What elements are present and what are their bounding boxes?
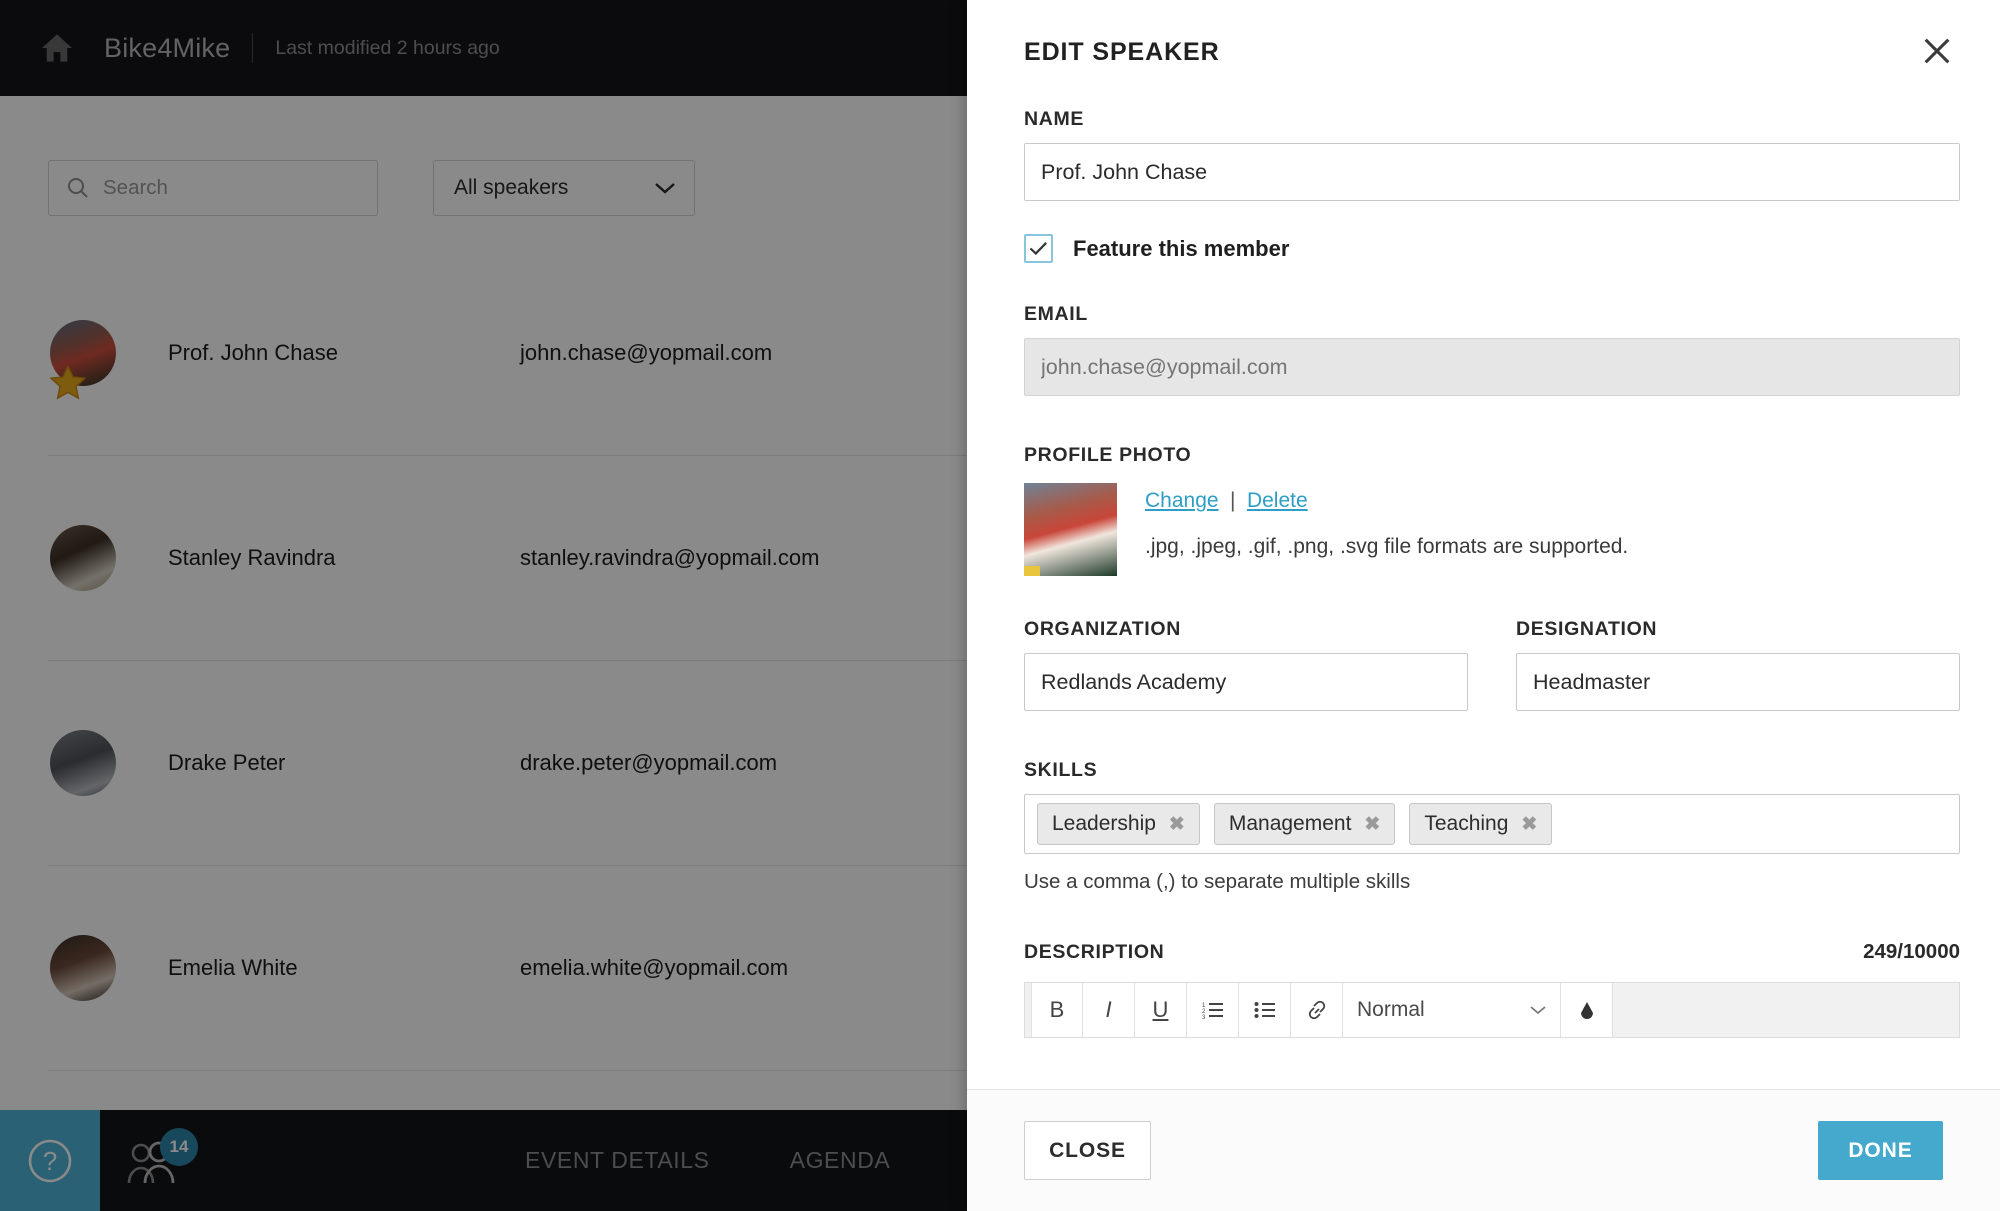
header-divider	[252, 33, 254, 63]
skill-chip[interactable]: Management ✖	[1213, 803, 1396, 845]
organization-field-group: ORGANIZATION	[1024, 618, 1468, 711]
description-label: DESCRIPTION	[1024, 941, 1165, 963]
email-field	[1024, 338, 1960, 396]
skill-chip-label: Management	[1228, 812, 1352, 835]
speaker-email: stanley.ravindra@yopmail.com	[520, 545, 820, 570]
bullet-list-icon[interactable]	[1239, 983, 1291, 1037]
avatar-image	[50, 935, 116, 1001]
svg-text:3: 3	[1202, 1015, 1206, 1019]
link-separator: |	[1230, 489, 1236, 512]
skills-field-group: SKILLS Leadership ✖ Management ✖ Teachin…	[1024, 759, 1960, 894]
speaker-filter-value: All speakers	[454, 176, 569, 199]
skill-chip[interactable]: Teaching ✖	[1409, 803, 1553, 845]
organization-input[interactable]	[1024, 653, 1468, 711]
help-button[interactable]: ?	[0, 1110, 100, 1211]
edit-speaker-form: EDIT SPEAKER NAME Prof. John Chase Featu…	[967, 0, 2000, 1089]
email-label: EMAIL	[1024, 303, 1088, 325]
feature-member-label: Feature this member	[1073, 235, 1290, 261]
profile-photo-group: PROFILE PHOTO Change | Delete .jpg, .jpe…	[1024, 444, 1960, 576]
search-icon	[68, 178, 88, 198]
app-root: Bike4Mike Last modified 2 hours ago Sear…	[0, 0, 2000, 1211]
speaker-name: Emelia White	[168, 955, 298, 980]
description-character-counter: 249/10000	[1863, 940, 1960, 963]
org-designation-row: ORGANIZATION DESIGNATION	[1024, 618, 1960, 711]
delete-photo-link[interactable]: Delete	[1247, 489, 1308, 512]
italic-button[interactable]: I	[1083, 983, 1135, 1037]
text-color-icon[interactable]	[1561, 983, 1613, 1037]
feature-member-checkbox[interactable]: Feature this member	[1024, 234, 1960, 263]
avatar	[50, 320, 116, 400]
home-icon[interactable]	[40, 33, 74, 63]
chevron-down-icon	[655, 183, 675, 194]
close-small-icon[interactable]: ✖	[1169, 813, 1185, 836]
speaker-name: Drake Peter	[168, 750, 286, 775]
rich-text-toolbar: B I U 123 Normal	[1024, 982, 1960, 1038]
people-count-button[interactable]: 14	[100, 1110, 210, 1211]
speaker-name: Prof. John Chase	[168, 340, 338, 365]
bold-button[interactable]: B	[1031, 983, 1083, 1037]
profile-photo-actions: Change | Delete .jpg, .jpeg, .gif, .png,…	[1145, 483, 1628, 576]
svg-text:?: ?	[43, 1146, 57, 1176]
edit-speaker-panel: EDIT SPEAKER NAME Prof. John Chase Featu…	[967, 0, 2000, 1211]
profile-photo-thumbnail	[1024, 483, 1117, 576]
check-icon	[1029, 242, 1047, 256]
name-label: NAME	[1024, 108, 1085, 130]
speaker-email: drake.peter@yopmail.com	[520, 750, 778, 775]
panel-header: EDIT SPEAKER	[1024, 0, 1960, 68]
close-icon[interactable]	[1920, 34, 1954, 68]
designation-field-group: DESIGNATION	[1516, 618, 1960, 711]
skill-chip-label: Teaching	[1424, 812, 1509, 835]
avatar	[50, 730, 116, 796]
avatar	[50, 525, 116, 591]
email-field-group: EMAIL	[1024, 303, 1960, 396]
avatar	[50, 935, 116, 1001]
question-mark-icon: ?	[28, 1139, 72, 1182]
tab-event-details[interactable]: EVENT DETAILS	[485, 1110, 750, 1211]
page-title: EDIT SPEAKER	[1024, 38, 1220, 66]
ordered-list-icon[interactable]: 123	[1187, 983, 1239, 1037]
list-toolbar: Search All speakers	[48, 160, 695, 216]
speaker-email: john.chase@yopmail.com	[520, 340, 773, 365]
done-button[interactable]: DONE	[1818, 1121, 1943, 1180]
skills-hint: Use a comma (,) to separate multiple ski…	[1024, 870, 1411, 893]
skills-input[interactable]: Leadership ✖ Management ✖ Teaching ✖	[1024, 794, 1960, 854]
skill-chip[interactable]: Leadership ✖	[1037, 803, 1200, 845]
skill-chip-label: Leadership	[1052, 812, 1156, 835]
name-input[interactable]	[1024, 143, 1960, 201]
checkbox-box[interactable]	[1024, 234, 1053, 263]
last-modified-text: Last modified 2 hours ago	[275, 36, 500, 59]
chevron-down-icon	[1530, 1006, 1546, 1015]
designation-input[interactable]	[1516, 653, 1960, 711]
speaker-filter-select[interactable]: All speakers	[433, 160, 695, 216]
search-input[interactable]: Search	[48, 160, 378, 216]
people-count-badge: 14	[160, 1128, 198, 1166]
change-photo-link[interactable]: Change	[1145, 489, 1219, 512]
search-placeholder: Search	[103, 176, 168, 199]
speaker-email: emelia.white@yopmail.com	[520, 955, 789, 980]
name-field-group: NAME	[1024, 108, 1960, 201]
format-select-value: Normal	[1357, 998, 1425, 1021]
close-button[interactable]: CLOSE	[1024, 1121, 1151, 1180]
profile-photo-label: PROFILE PHOTO	[1024, 444, 1192, 466]
avatar-image	[50, 730, 116, 796]
format-select[interactable]: Normal	[1343, 983, 1561, 1037]
organization-label: ORGANIZATION	[1024, 618, 1181, 640]
link-icon[interactable]	[1291, 983, 1343, 1037]
designation-label: DESIGNATION	[1516, 618, 1658, 640]
avatar-image	[50, 525, 116, 591]
event-name: Bike4Mike	[104, 32, 231, 63]
tab-agenda[interactable]: AGENDA	[750, 1110, 931, 1211]
description-field-group: DESCRIPTION 249/10000 B I U 123 Normal	[1024, 940, 1960, 1038]
underline-button[interactable]: U	[1135, 983, 1187, 1037]
panel-footer: CLOSE DONE	[967, 1089, 2000, 1211]
featured-star-icon	[50, 366, 86, 400]
speaker-name: Stanley Ravindra	[168, 545, 336, 570]
close-small-icon[interactable]: ✖	[1364, 813, 1380, 836]
close-small-icon[interactable]: ✖	[1521, 813, 1537, 836]
photo-format-note: .jpg, .jpeg, .gif, .png, .svg file forma…	[1145, 535, 1629, 558]
skills-label: SKILLS	[1024, 759, 1098, 781]
